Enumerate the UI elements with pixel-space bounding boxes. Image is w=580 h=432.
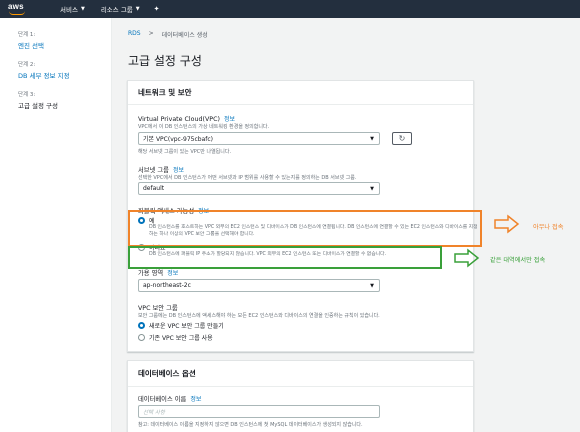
sg-new-radio[interactable]	[138, 322, 145, 329]
step-3: 단계 3: 고급 설정 구성	[18, 90, 58, 110]
subnet-description: 선택한 VPC에서 DB 인스턴스가 어떤 서브넷과 IP 범위를 사용할 수 …	[138, 175, 357, 181]
aws-logo-text: aws	[8, 2, 24, 11]
annotation-box-green	[128, 246, 442, 269]
services-label: 서비스	[60, 6, 78, 14]
refresh-icon: ↻	[398, 134, 406, 143]
sg-existing-radio[interactable]	[138, 334, 145, 341]
step-2[interactable]: 단계 2: DB 세부 정보 지정	[18, 60, 70, 80]
step-1[interactable]: 단계 1: 엔진 선택	[18, 30, 44, 50]
info-link[interactable]: 정보	[190, 396, 201, 403]
sg-field-label: VPC 보안 그룹	[138, 305, 178, 312]
aws-logo[interactable]: aws	[8, 2, 30, 16]
arrow-right-icon	[454, 248, 480, 268]
subnet-field-label: 서브넷 그룹 정보	[138, 165, 184, 174]
az-label: 가용 영역	[138, 270, 164, 277]
sg-existing-label[interactable]: 기존 VPC 보안 그룹 사용	[149, 333, 213, 342]
arrow-right-icon	[494, 214, 520, 234]
vpc-description: VPC에서 이 DB 인스턴스의 가상 네트워킹 환경을 정의합니다.	[138, 124, 270, 130]
page-title: 고급 설정 구성	[128, 54, 202, 68]
annotation-same-network-access: 같은 대역에서만 접속	[490, 257, 546, 264]
az-select-value: ap-northeast-2c	[143, 282, 191, 289]
chevron-down-icon: ▼	[135, 6, 140, 12]
panel-header: 데이터베이스 옵션	[128, 361, 473, 387]
chevron-down-icon: ▼	[80, 6, 85, 12]
resource-groups-menu[interactable]: 리소스 그룹 ▼	[101, 4, 140, 14]
db-name-input[interactable]: 선택 사항	[138, 405, 380, 418]
aws-smile-icon	[9, 11, 25, 15]
panel-header: 네트워크 및 보안	[128, 81, 473, 105]
step-number: 단계 2:	[18, 62, 36, 68]
pin-icon[interactable]: ✦	[154, 5, 160, 13]
vpc-field-label: Virtual Private Cloud(VPC) 정보	[138, 114, 235, 123]
db-name-label: 데이터베이스 이름	[138, 396, 187, 403]
refresh-button[interactable]: ↻	[392, 132, 412, 145]
annotation-anyone-access: 아무나 접속	[533, 224, 564, 231]
info-link[interactable]: 정보	[173, 167, 184, 174]
breadcrumb-rds[interactable]: RDS	[128, 30, 141, 39]
db-name-field-label: 데이터베이스 이름 정보	[138, 394, 201, 403]
db-name-placeholder: 선택 사항	[143, 409, 165, 416]
az-field-label: 가용 영역 정보	[138, 268, 178, 277]
vpc-label: Virtual Private Cloud(VPC)	[138, 116, 220, 123]
step-label[interactable]: DB 세부 정보 지정	[18, 70, 70, 80]
services-menu[interactable]: 서비스 ▼	[60, 4, 85, 14]
annotation-box-orange	[128, 210, 482, 247]
resource-groups-label: 리소스 그룹	[100, 6, 133, 14]
step-number: 단계 1:	[18, 32, 36, 38]
subnet-select-value: default	[143, 185, 165, 192]
step-number: 단계 3:	[18, 92, 36, 98]
breadcrumb-current: 데이터베이스 생성	[161, 32, 208, 39]
dropdown-arrow-icon: ▼	[370, 186, 374, 192]
step-label-current: 고급 설정 구성	[18, 102, 59, 110]
info-link[interactable]: 정보	[224, 116, 235, 123]
db-name-note: 참고: 데이터베이스 이름을 지정하지 않으면 DB 인스턴스에 첫 MySQL…	[138, 422, 363, 428]
dropdown-arrow-icon: ▼	[370, 283, 374, 289]
top-nav-bar: aws 서비스 ▼ 리소스 그룹 ▼ ✦	[0, 0, 580, 18]
breadcrumb: RDS > 데이터베이스 생성	[128, 30, 208, 39]
vpc-note: 해당 서브넷 그룹이 있는 VPC만 나열됩니다.	[138, 149, 232, 155]
info-link[interactable]: 정보	[167, 270, 178, 277]
breadcrumb-separator: >	[148, 30, 154, 37]
subnet-label: 서브넷 그룹	[138, 167, 169, 174]
vpc-select[interactable]: 기본 VPC(vpc-975cbafc) ▼	[138, 132, 380, 145]
vpc-select-value: 기본 VPC(vpc-975cbafc)	[143, 136, 214, 143]
dropdown-arrow-icon: ▼	[370, 136, 374, 142]
wizard-sidebar: 단계 1: 엔진 선택 단계 2: DB 세부 정보 지정 단계 3: 고급 설…	[0, 18, 112, 432]
sg-description: 보안 그룹에는 DB 인스턴스에 액세스해야 하는 모든 EC2 인스턴스와 디…	[138, 313, 380, 319]
database-options-panel: 데이터베이스 옵션 데이터베이스 이름 정보 선택 사항 참고: 데이터베이스 이…	[127, 360, 474, 432]
az-select[interactable]: ap-northeast-2c ▼	[138, 279, 380, 292]
sg-new-label[interactable]: 새로운 VPC 보안 그룹 만들기	[149, 321, 224, 330]
subnet-select[interactable]: default ▼	[138, 182, 380, 195]
step-label[interactable]: 엔진 선택	[18, 40, 44, 50]
